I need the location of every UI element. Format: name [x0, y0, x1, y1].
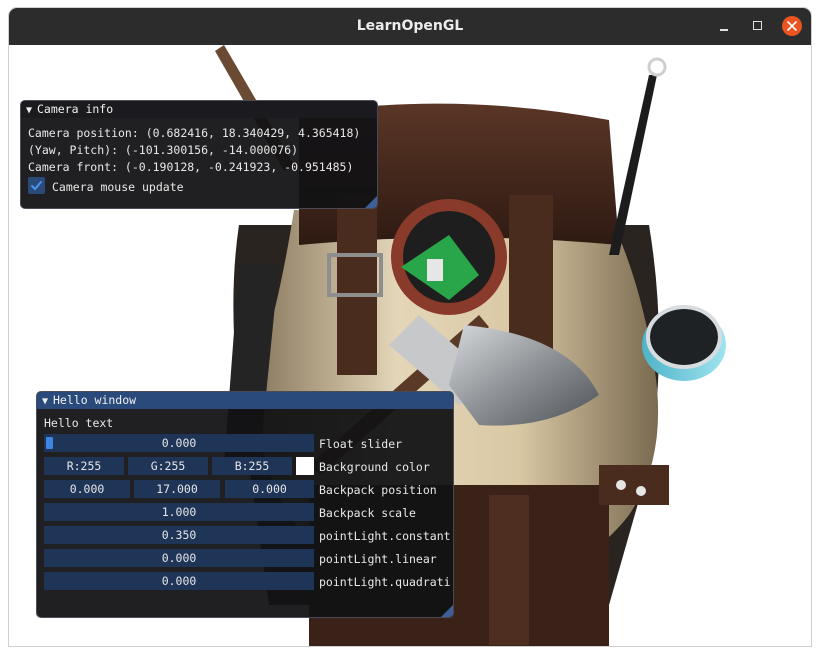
close-icon — [787, 21, 797, 31]
float-slider-value: 0.000 — [161, 436, 197, 450]
camera-yaw-pitch-text: (Yaw, Pitch): (-101.300156, -14.000076) — [28, 143, 299, 157]
point-light-linear-field[interactable]: 0.000 — [44, 549, 314, 567]
camera-position-text: Camera position: (0.682416, 18.340429, 4… — [28, 126, 361, 140]
gl-viewport[interactable]: ▼ Camera info Camera position: (0.682416,… — [9, 45, 811, 646]
point-light-linear-label: pointLight.linear — [319, 552, 437, 566]
maximize-button[interactable] — [748, 16, 768, 36]
backpack-position-x-field[interactable]: 0.000 — [44, 480, 130, 498]
resize-grip[interactable] — [441, 605, 453, 617]
point-light-quadratic-field[interactable]: 0.000 — [44, 572, 314, 590]
collapse-arrow-icon[interactable]: ▼ — [26, 102, 37, 119]
backpack-scale-label: Backpack scale — [319, 506, 416, 520]
resize-grip[interactable] — [365, 196, 377, 208]
camera-mouse-update-label: Camera mouse update — [52, 180, 184, 194]
camera-info-header[interactable]: ▼ Camera info — [21, 101, 377, 118]
point-light-constant-label: pointLight.constant — [319, 529, 451, 543]
backpack-position-label: Backpack position — [319, 483, 437, 497]
bg-color-b-field[interactable]: B:255 — [212, 457, 292, 475]
float-slider[interactable]: 0.000 — [44, 434, 314, 452]
hello-text: Hello text — [44, 416, 114, 430]
window-title: LearnOpenGL — [356, 18, 464, 34]
collapse-arrow-icon[interactable]: ▼ — [42, 393, 53, 410]
bg-color-swatch[interactable] — [296, 457, 314, 475]
bg-color-r-field[interactable]: R:255 — [44, 457, 124, 475]
title-bar[interactable]: LearnOpenGL — [9, 8, 811, 45]
backpack-position-y-field[interactable]: 17.000 — [134, 480, 220, 498]
camera-info-title: Camera info — [37, 102, 114, 116]
app-window: LearnOpenGL ▼ Camera info Camera positio… — [9, 8, 811, 646]
camera-info-panel[interactable]: ▼ Camera info Camera position: (0.682416,… — [20, 100, 378, 209]
slider-grab[interactable] — [46, 437, 53, 449]
hello-window-title: Hello window — [53, 393, 137, 407]
camera-front-text: Camera front: (-0.190128, -0.241923, -0.… — [28, 160, 354, 174]
float-slider-label: Float slider — [319, 437, 403, 451]
close-button[interactable] — [782, 16, 802, 36]
backpack-scale-field[interactable]: 1.000 — [44, 503, 314, 521]
point-light-quadratic-label: pointLight.quadrati — [319, 575, 451, 589]
hello-window-header[interactable]: ▼ Hello window — [37, 392, 453, 409]
point-light-constant-field[interactable]: 0.350 — [44, 526, 314, 544]
checkmark-icon — [31, 181, 42, 190]
camera-mouse-update-checkbox[interactable] — [28, 177, 45, 194]
background-color-label: Background color — [319, 460, 430, 474]
hello-window-panel[interactable]: ▼ Hello window Hello text 0.000 Float sli… — [36, 391, 454, 618]
backpack-position-z-field[interactable]: 0.000 — [225, 480, 314, 498]
bg-color-g-field[interactable]: G:255 — [128, 457, 208, 475]
minimize-button[interactable] — [714, 16, 734, 36]
